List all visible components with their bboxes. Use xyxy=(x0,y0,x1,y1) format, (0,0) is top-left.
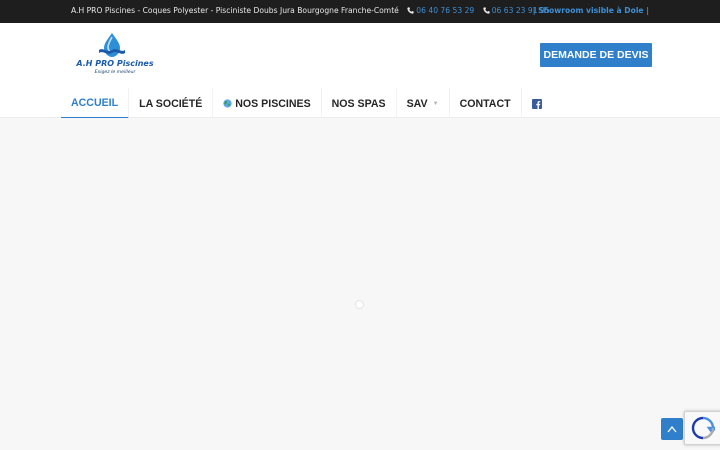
nav-item-nos-piscines[interactable]: NOS PISCINES xyxy=(213,88,322,119)
facebook-icon xyxy=(531,98,542,109)
site-tagline: A.H PRO Piscines - Coques Polyester - Pi… xyxy=(71,6,399,15)
loading-spinner xyxy=(355,300,364,309)
showroom-link[interactable]: | Showroom visible à Dole | xyxy=(533,6,649,15)
recaptcha-badge[interactable] xyxy=(684,411,720,445)
phone-link-1[interactable]: 06 40 76 53 29 xyxy=(407,6,476,15)
nav-item-label: ACCUEIL xyxy=(71,96,119,109)
chevron-down-icon: ▼ xyxy=(432,100,439,107)
nav-item-sav[interactable]: SAV ▼ xyxy=(397,88,450,119)
nav-item-contact[interactable]: CONTACT xyxy=(450,88,522,119)
nav-item-la-societe[interactable]: LA SOCIÉTÉ xyxy=(129,88,214,119)
logo-tagline: Exigez le meilleur xyxy=(94,70,136,75)
phone-icon xyxy=(407,7,414,14)
water-drop-logo-icon xyxy=(99,33,125,57)
top-bar-info: A.H PRO Piscines - Coques Polyester - Pi… xyxy=(71,6,550,15)
logo-name: A.H PRO Piscines xyxy=(76,59,154,68)
recaptcha-icon xyxy=(691,416,715,440)
nav-item-label: NOS SPAS xyxy=(331,97,386,110)
scroll-to-top-button[interactable] xyxy=(661,418,683,440)
chevron-up-icon xyxy=(667,425,677,433)
top-bar: A.H PRO Piscines - Coques Polyester - Pi… xyxy=(0,0,720,23)
nav-item-label: CONTACT xyxy=(459,97,511,110)
nav-item-accueil[interactable]: ACCUEIL xyxy=(61,88,130,119)
nav-item-label: LA SOCIÉTÉ xyxy=(139,97,203,110)
phone-number-1: 06 40 76 53 29 xyxy=(416,6,475,15)
nav-item-label: NOS PISCINES xyxy=(235,97,311,110)
nav-item-nos-spas[interactable]: NOS SPAS xyxy=(322,88,397,119)
globe-icon xyxy=(223,99,232,108)
phone-icon xyxy=(483,7,490,14)
site-logo[interactable]: A.H PRO Piscines Exigez le meilleur xyxy=(76,32,154,80)
main-navigation: ACCUEIL LA SOCIÉTÉ NOS PISCINES NOS SPAS… xyxy=(61,88,552,119)
site-header: A.H PRO Piscines Exigez le meilleur DEMA… xyxy=(0,23,720,119)
quote-request-button[interactable]: DEMANDE DE DEVIS xyxy=(540,43,652,67)
main-content-area xyxy=(0,118,720,450)
facebook-link[interactable] xyxy=(522,88,552,119)
nav-item-label: SAV xyxy=(406,97,428,110)
